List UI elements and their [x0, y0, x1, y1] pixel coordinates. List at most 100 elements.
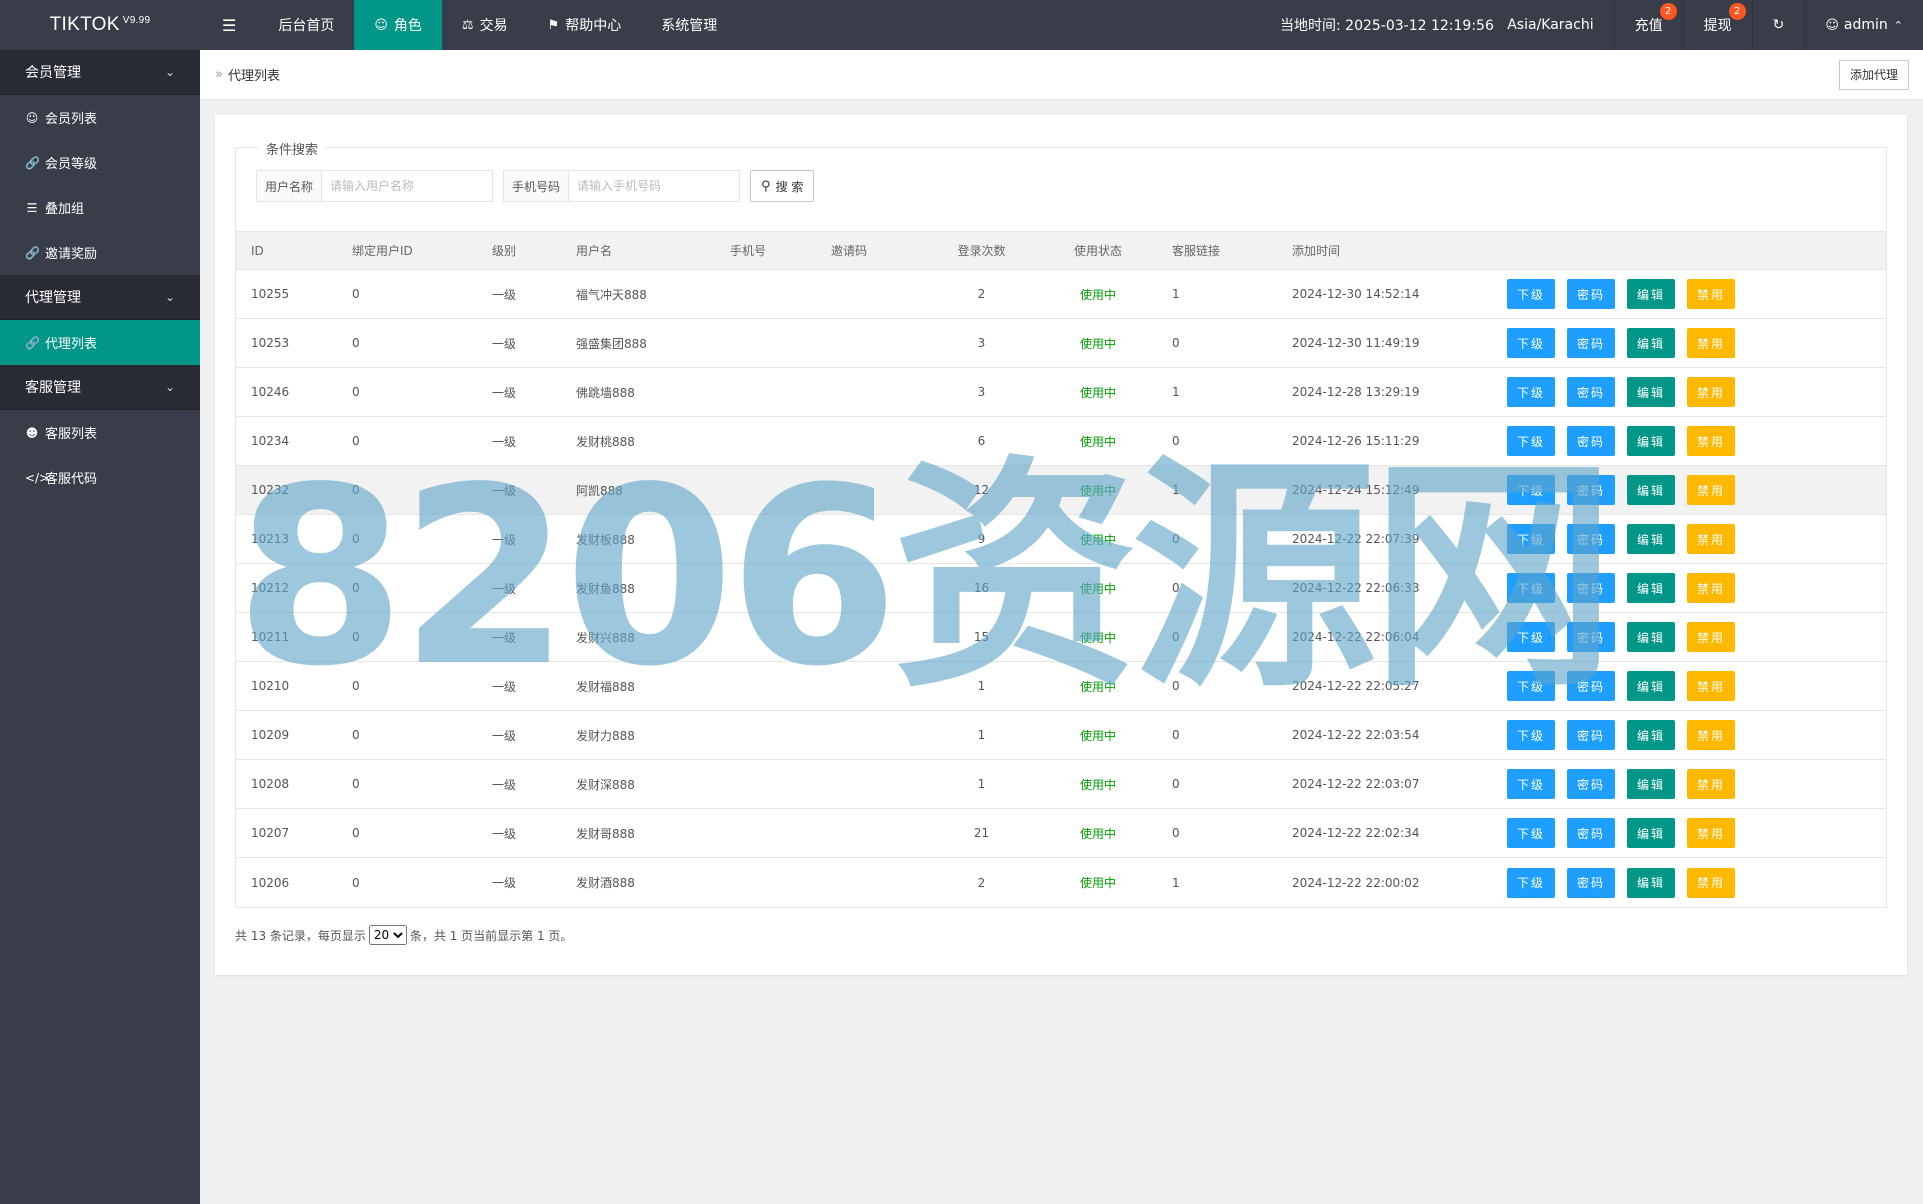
- disable-button[interactable]: 禁用: [1687, 328, 1736, 358]
- phone-input[interactable]: [569, 171, 740, 201]
- cell-status: 使用中: [1079, 728, 1116, 743]
- password-button[interactable]: 密码: [1567, 328, 1616, 358]
- cell-id: 10212: [251, 581, 290, 595]
- add-agent-button[interactable]: 添加代理: [1838, 59, 1909, 90]
- menu-toggle-icon[interactable]: ☰: [200, 0, 258, 50]
- edit-button[interactable]: 编辑: [1627, 867, 1676, 898]
- search-button[interactable]: ⚲ 搜 索: [750, 170, 815, 202]
- subordinates-button[interactable]: 下级: [1507, 622, 1556, 652]
- cell-id: 10207: [251, 826, 290, 840]
- edit-button[interactable]: 编辑: [1627, 720, 1676, 750]
- disable-button[interactable]: 禁用: [1687, 867, 1736, 898]
- disable-button[interactable]: 禁用: [1687, 720, 1736, 750]
- topnav-item-dashboard[interactable]: 后台首页: [258, 0, 354, 50]
- cell-username: 发财酒888: [576, 876, 635, 890]
- cell-support-link: 1: [1172, 875, 1180, 890]
- cell-username: 强盛集团888: [576, 336, 647, 351]
- disable-button[interactable]: 禁用: [1687, 769, 1736, 799]
- column-header: 邀请码: [831, 244, 868, 258]
- username-label: 用户名称: [257, 171, 323, 201]
- sidebar-group-support[interactable]: 客服管理 ⌄: [0, 365, 200, 410]
- password-button[interactable]: 密码: [1567, 818, 1616, 848]
- subordinates-button[interactable]: 下级: [1507, 426, 1556, 456]
- sidebar-item-member-list[interactable]: ☺ 会员列表: [0, 95, 200, 140]
- sidebar-item-invite-rewards[interactable]: 🔗 邀请奖励: [0, 230, 200, 275]
- disable-button[interactable]: 禁用: [1687, 573, 1736, 603]
- subordinates-button[interactable]: 下级: [1507, 524, 1556, 554]
- page-size-select[interactable]: 20: [368, 925, 407, 945]
- password-button[interactable]: 密码: [1567, 426, 1616, 456]
- sidebar-item-support-list[interactable]: ☻ 客服列表: [0, 410, 200, 455]
- subordinates-button[interactable]: 下级: [1507, 377, 1556, 407]
- password-button[interactable]: 密码: [1567, 671, 1616, 701]
- subordinates-button[interactable]: 下级: [1507, 818, 1556, 848]
- edit-button[interactable]: 编辑: [1627, 426, 1676, 456]
- code-icon: </>: [25, 470, 50, 485]
- topnav-item-trade[interactable]: ⚖ 交易: [442, 0, 528, 50]
- cell-level: 一级: [492, 581, 517, 596]
- cell-bind-user-id: 0: [352, 483, 360, 497]
- topnav-item-role[interactable]: ☺ 角色: [354, 0, 442, 50]
- disable-button[interactable]: 禁用: [1687, 475, 1736, 505]
- password-button[interactable]: 密码: [1567, 720, 1616, 750]
- refresh-icon[interactable]: ↻: [1751, 0, 1805, 50]
- topnav-item-help[interactable]: ⚑ 帮助中心: [528, 0, 642, 50]
- subordinates-button[interactable]: 下级: [1507, 867, 1556, 898]
- withdraw-button[interactable]: 提现 2: [1682, 0, 1752, 50]
- subordinates-button[interactable]: 下级: [1507, 475, 1556, 505]
- password-button[interactable]: 密码: [1567, 769, 1616, 799]
- disable-button[interactable]: 禁用: [1687, 426, 1736, 456]
- cell-level: 一级: [492, 777, 517, 792]
- disable-button[interactable]: 禁用: [1687, 279, 1736, 309]
- edit-button[interactable]: 编辑: [1627, 622, 1676, 652]
- subordinates-button[interactable]: 下级: [1507, 769, 1556, 799]
- sidebar-item-label: 会员列表: [45, 112, 98, 127]
- subordinates-button[interactable]: 下级: [1507, 671, 1556, 701]
- edit-button[interactable]: 编辑: [1627, 524, 1676, 554]
- sidebar-item-agent-list[interactable]: 🔗 代理列表: [0, 320, 200, 365]
- user-menu[interactable]: ☺ admin ⌃: [1804, 0, 1923, 50]
- password-button[interactable]: 密码: [1567, 622, 1616, 652]
- edit-button[interactable]: 编辑: [1627, 475, 1676, 505]
- subordinates-button[interactable]: 下级: [1507, 573, 1556, 603]
- sidebar: 会员管理 ⌄ ☺ 会员列表 🔗 会员等级 ☰ 叠加组 🔗 邀请奖励 代理管理 ⌄…: [0, 50, 200, 1204]
- edit-button[interactable]: 编辑: [1627, 279, 1676, 309]
- username-input[interactable]: [322, 171, 493, 201]
- subordinates-button[interactable]: 下级: [1507, 279, 1556, 309]
- sidebar-item-support-code[interactable]: </> 客服代码: [0, 455, 200, 500]
- password-button[interactable]: 密码: [1567, 377, 1616, 407]
- disable-button[interactable]: 禁用: [1687, 622, 1736, 652]
- edit-button[interactable]: 编辑: [1627, 377, 1676, 407]
- cell-login-count: 1: [977, 777, 986, 791]
- edit-button[interactable]: 编辑: [1627, 671, 1676, 701]
- disable-button[interactable]: 禁用: [1687, 524, 1736, 554]
- cell-level: 一级: [492, 483, 517, 498]
- edit-button[interactable]: 编辑: [1627, 769, 1676, 799]
- sidebar-group-members[interactable]: 会员管理 ⌄: [0, 50, 200, 95]
- page-title: 代理列表: [227, 69, 280, 84]
- disable-button[interactable]: 禁用: [1687, 671, 1736, 701]
- topnav-item-system[interactable]: 系统管理: [641, 0, 737, 50]
- phone-label: 手机号码: [504, 171, 570, 201]
- disable-button[interactable]: 禁用: [1687, 818, 1736, 848]
- edit-button[interactable]: 编辑: [1627, 573, 1676, 603]
- password-button[interactable]: 密码: [1567, 867, 1616, 898]
- cell-support-link: 1: [1172, 483, 1180, 497]
- edit-button[interactable]: 编辑: [1627, 818, 1676, 848]
- subordinates-button[interactable]: 下级: [1507, 328, 1556, 358]
- column-header: 使用状态: [1073, 244, 1122, 258]
- password-button[interactable]: 密码: [1567, 475, 1616, 505]
- password-button[interactable]: 密码: [1567, 524, 1616, 554]
- edit-button[interactable]: 编辑: [1627, 328, 1676, 358]
- password-button[interactable]: 密码: [1567, 573, 1616, 603]
- sidebar-group-agents[interactable]: 代理管理 ⌄: [0, 275, 200, 320]
- users-icon: ☻: [25, 425, 39, 440]
- disable-button[interactable]: 禁用: [1687, 377, 1736, 407]
- app-logo[interactable]: TIKTOK V9.99: [0, 0, 200, 50]
- sidebar-item-member-levels[interactable]: 🔗 会员等级: [0, 140, 200, 185]
- subordinates-button[interactable]: 下级: [1507, 720, 1556, 750]
- sidebar-item-stack-group[interactable]: ☰ 叠加组: [0, 185, 200, 230]
- cell-id: 10253: [251, 336, 290, 350]
- password-button[interactable]: 密码: [1567, 279, 1616, 309]
- recharge-button[interactable]: 充值 2: [1613, 0, 1683, 50]
